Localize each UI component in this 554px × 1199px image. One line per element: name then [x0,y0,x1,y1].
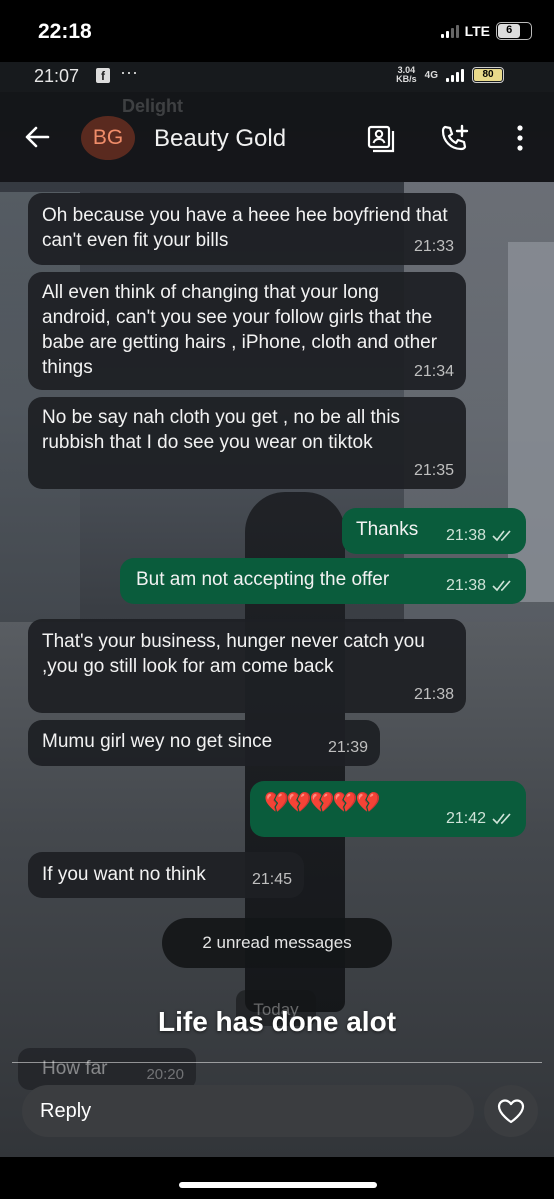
more-options-icon[interactable] [504,122,536,154]
message-text: Mumu girl wey no get since [42,731,273,752]
inner-network-label: 4G [424,69,438,81]
caption-divider [12,1062,542,1063]
message-bubble-incoming[interactable]: Mumu girl wey no get since 21:39 [28,720,380,766]
network-speed: 3.04 KB/s [396,65,417,84]
battery-level: 6 [498,24,521,38]
inner-status-bar: 21:07 f ··· 3.04 KB/s 4G 80 [0,62,554,92]
read-receipt-icon [492,812,511,824]
story-caption: Life has done alot [157,1006,397,1037]
inner-signal-icon [446,68,464,82]
message-text: All even think of changing that your lon… [42,282,438,378]
message-bubble-incoming[interactable]: Oh because you have a heee hee boyfriend… [28,193,466,265]
avatar[interactable]: BG [81,116,135,160]
contact-name[interactable]: Beauty Gold [154,125,286,153]
inner-battery-icon: 80 [472,67,504,83]
message-time: 21:38 [413,686,454,703]
back-arrow-icon[interactable] [22,122,52,152]
network-label: LTE [464,23,490,39]
message-text: That's your business, hunger never catch… [42,631,425,677]
message-time: 21:33 [413,238,454,255]
message-time: 21:34 [413,363,454,380]
message-bubble-outgoing[interactable]: But am not accepting the offer 21:38 [120,558,526,604]
message-bubble-incoming[interactable]: That's your business, hunger never catch… [28,619,466,713]
message-time: 21:42 [446,806,514,831]
message-bubble-incoming[interactable]: All even think of changing that your lon… [28,272,466,390]
add-call-icon[interactable] [438,122,470,154]
chat-header: Delight BG Beauty Gold [0,92,554,182]
message-bubble-outgoing[interactable]: 💔💔💔💔💔 21:42 [250,781,526,837]
facebook-icon: f [96,68,110,83]
message-text: No be say nah cloth you get , no be all … [42,407,401,453]
message-bubble-outgoing[interactable]: Thanks 21:38 [342,508,526,554]
message-time: 21:45 [251,871,292,888]
status-bar: 22:18 LTE 6 [0,0,554,62]
signal-icon [440,24,459,38]
home-indicator[interactable] [179,1182,377,1188]
status-indicators: LTE 6 [440,22,532,40]
more-notifications-icon: ··· [120,62,138,82]
message-time: 21:39 [327,739,368,756]
inner-status-indicators: 3.04 KB/s 4G 80 [396,66,504,84]
message-time: 21:38 [446,573,514,598]
read-receipt-icon [492,579,511,591]
like-button[interactable] [484,1085,538,1137]
inner-status-time: 21:07 [34,66,80,86]
bottom-safe-area [0,1157,554,1199]
ghost-contact-name: Delight [122,96,183,116]
message-text: Oh because you have a heee hee boyfriend… [42,205,448,251]
message-time: 21:38 [446,523,514,548]
contact-card-icon[interactable] [365,122,397,154]
read-receipt-icon [492,529,511,541]
status-time: 22:18 [38,20,92,43]
reply-input[interactable]: Reply [22,1085,474,1137]
inner-battery-level: 80 [474,69,502,81]
reply-bar: Reply [0,1080,554,1157]
heart-icon [497,1099,525,1124]
battery-icon: 6 [496,22,532,40]
unread-messages-divider: 2 unread messages [162,918,392,968]
message-bubble-incoming[interactable]: If you want no think 21:45 [28,852,304,898]
message-time: 21:35 [413,462,454,479]
message-bubble-incoming[interactable]: No be say nah cloth you get , no be all … [28,397,466,489]
